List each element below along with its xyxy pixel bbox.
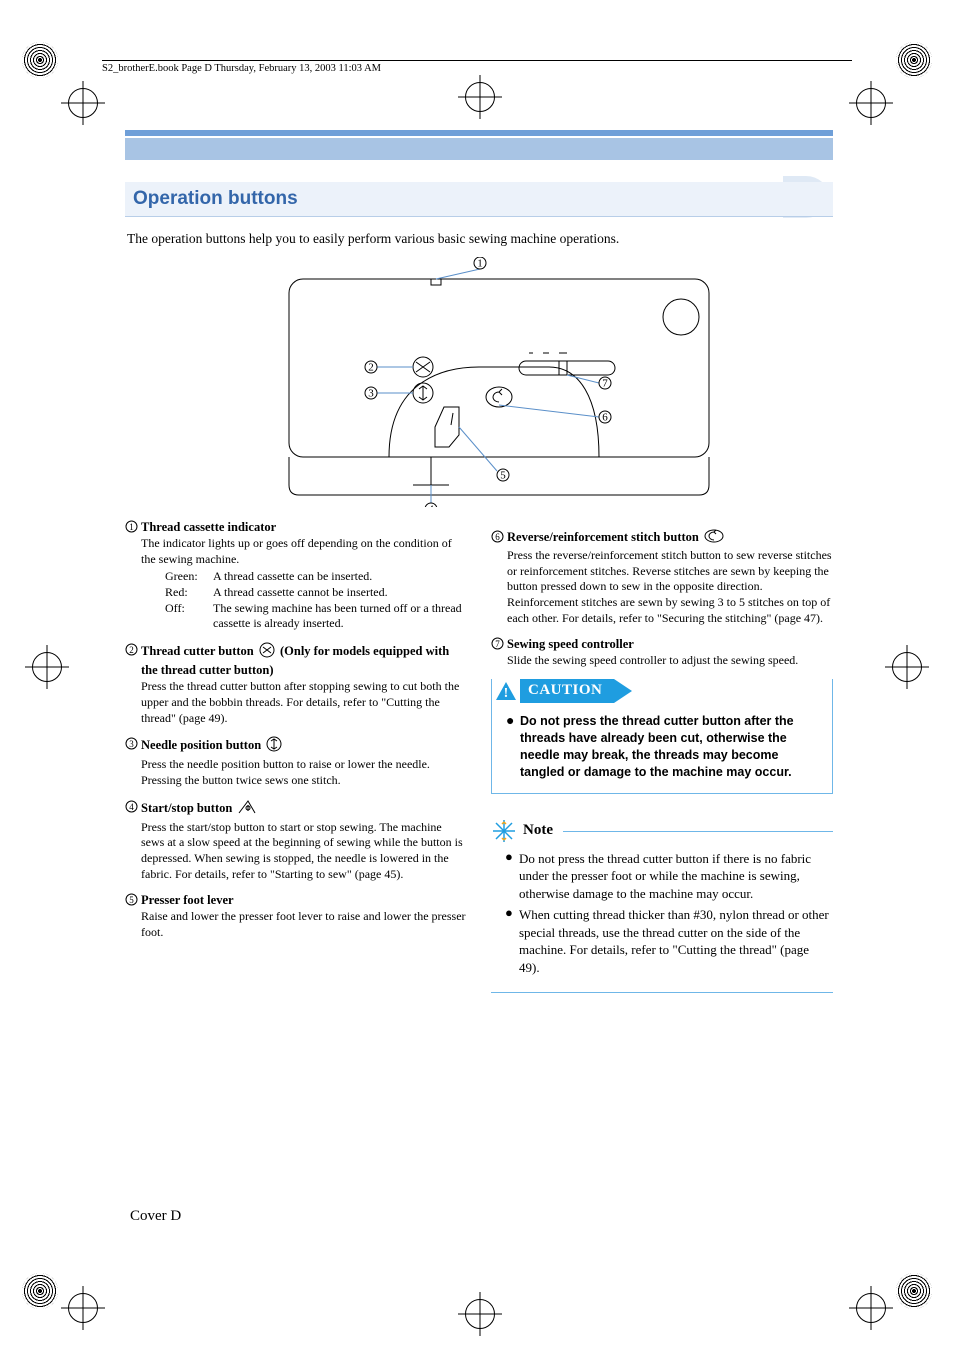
warning-triangle-icon: ! bbox=[492, 679, 520, 703]
item-5-title: Presser foot lever bbox=[141, 892, 467, 908]
item-3-title: Needle position button bbox=[141, 736, 467, 756]
item-1-title: Thread cassette indicator bbox=[141, 519, 467, 535]
needle-position-icon bbox=[266, 736, 282, 756]
registration-mark-icon bbox=[856, 88, 886, 118]
svg-text:3: 3 bbox=[129, 739, 134, 749]
caution-box: ! CAUTION ● Do not press the thread cutt… bbox=[491, 679, 833, 794]
crop-mark-icon bbox=[22, 42, 58, 78]
caution-text: Do not press the thread cutter button af… bbox=[520, 713, 818, 781]
item-5-desc: Raise and lower the presser foot lever t… bbox=[141, 909, 467, 940]
svg-text:5: 5 bbox=[129, 895, 134, 905]
item-3: 3 Needle position button Press the needl… bbox=[125, 736, 467, 788]
svg-text:6: 6 bbox=[602, 412, 608, 424]
bullet-icon: ● bbox=[505, 906, 519, 976]
page-header-meta: S2_brotherE.book Page D Thursday, Februa… bbox=[102, 60, 852, 74]
registration-mark-icon bbox=[32, 652, 62, 682]
item-6-desc: Press the reverse/reinforcement stitch b… bbox=[507, 548, 833, 626]
crop-mark-icon bbox=[896, 42, 932, 78]
item-7-title: Sewing speed controller bbox=[507, 636, 833, 652]
note-box: Note ● Do not press the thread cutter bu… bbox=[491, 818, 833, 994]
caution-label: CAUTION bbox=[520, 679, 614, 703]
machine-diagram: 1 2 3 4 5 6 7 bbox=[199, 257, 759, 507]
registration-mark-icon bbox=[465, 82, 495, 112]
item-7: 7 Sewing speed controller Slide the sewi… bbox=[491, 636, 833, 669]
rule-thick bbox=[125, 138, 833, 160]
indicator-table: Green:A thread cassette can be inserted.… bbox=[165, 569, 467, 631]
rule-thin bbox=[125, 130, 833, 136]
svg-text:4: 4 bbox=[428, 504, 434, 508]
registration-mark-icon bbox=[68, 1293, 98, 1323]
svg-text:5: 5 bbox=[500, 470, 506, 482]
left-column: 1 Thread cassette indicator The indicato… bbox=[125, 519, 467, 993]
crop-mark-icon bbox=[22, 1273, 58, 1309]
item-1: 1 Thread cassette indicator The indicato… bbox=[125, 519, 467, 632]
page-footer: Cover D bbox=[130, 1208, 181, 1225]
item-2-desc: Press the thread cutter button after sto… bbox=[141, 679, 467, 726]
registration-mark-icon bbox=[465, 1299, 495, 1329]
note-rule bbox=[563, 830, 833, 832]
item-7-desc: Slide the sewing speed controller to adj… bbox=[507, 653, 833, 669]
right-column: 6 Reverse/reinforcement stitch button Pr… bbox=[491, 519, 833, 993]
svg-text:6: 6 bbox=[495, 532, 500, 542]
item-4-desc: Press the start/stop button to start or … bbox=[141, 820, 467, 882]
item-5: 5 Presser foot lever Raise and lower the… bbox=[125, 892, 467, 940]
item-4-title: Start/stop button bbox=[141, 799, 467, 819]
note-item: ● When cutting thread thicker than #30, … bbox=[505, 906, 831, 976]
item-2-title: Thread cutter button (Only for models eq… bbox=[141, 642, 467, 679]
svg-text:1: 1 bbox=[477, 258, 483, 270]
intro-text: The operation buttons help you to easily… bbox=[127, 231, 833, 247]
item-3-desc: Press the needle position button to rais… bbox=[141, 757, 467, 788]
section-heading: Operation buttons bbox=[125, 182, 833, 217]
registration-mark-icon bbox=[68, 88, 98, 118]
svg-text:1: 1 bbox=[129, 522, 134, 532]
page-content: Operation buttons The operation buttons … bbox=[125, 130, 833, 993]
reverse-stitch-icon bbox=[704, 529, 724, 547]
start-stop-icon bbox=[237, 799, 257, 819]
item-6: 6 Reverse/reinforcement stitch button Pr… bbox=[491, 529, 833, 626]
scissors-icon bbox=[259, 642, 275, 662]
bullet-icon: ● bbox=[505, 850, 519, 903]
svg-text:3: 3 bbox=[368, 388, 374, 400]
item-4: 4 Start/stop button Press the start/stop… bbox=[125, 799, 467, 883]
item-1-desc: The indicator lights up or goes off depe… bbox=[141, 536, 467, 567]
item-6-title: Reverse/reinforcement stitch button bbox=[507, 529, 833, 547]
svg-text:4: 4 bbox=[129, 802, 134, 812]
item-2: 2 Thread cutter button (Only for models … bbox=[125, 642, 467, 726]
svg-text:2: 2 bbox=[129, 645, 134, 655]
bullet-icon: ● bbox=[506, 713, 520, 781]
svg-text:2: 2 bbox=[368, 362, 374, 374]
registration-mark-icon bbox=[892, 652, 922, 682]
svg-text:7: 7 bbox=[602, 378, 608, 390]
svg-text:!: ! bbox=[504, 686, 509, 701]
note-label: Note bbox=[523, 821, 553, 841]
note-item: ● Do not press the thread cutter button … bbox=[505, 850, 831, 903]
crop-mark-icon bbox=[896, 1273, 932, 1309]
registration-mark-icon bbox=[856, 1293, 886, 1323]
svg-text:7: 7 bbox=[495, 639, 500, 649]
note-snowflake-icon bbox=[491, 818, 517, 844]
